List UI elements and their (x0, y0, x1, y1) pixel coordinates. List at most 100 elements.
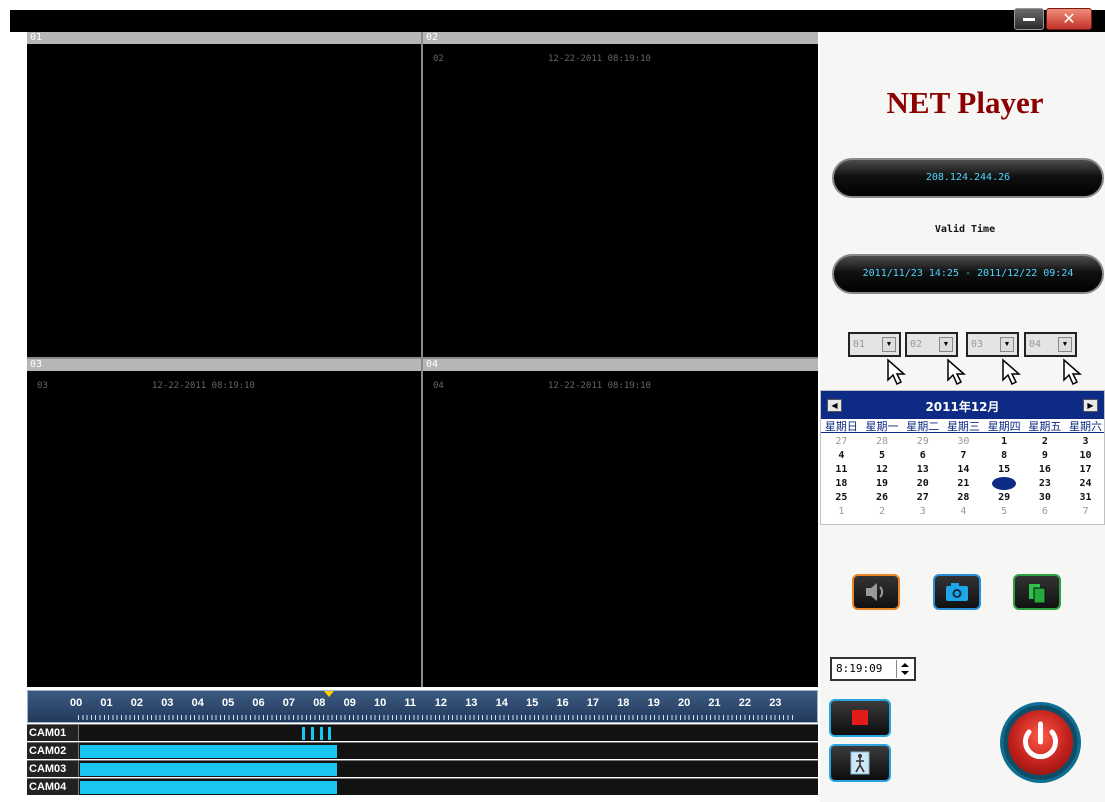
calendar-day[interactable]: 27 (902, 491, 943, 504)
cursor-arrow-icon (947, 358, 966, 386)
left-border (10, 32, 27, 802)
camera-track-1[interactable]: CAM01 (27, 724, 818, 741)
calendar-day[interactable]: 21 (943, 477, 984, 490)
calendar-day[interactable]: 29 (902, 435, 943, 448)
calendar-day[interactable]: 10 (1065, 449, 1105, 462)
channel-select-value: 03 (971, 339, 984, 350)
calendar-day[interactable]: 19 (862, 477, 903, 490)
chevron-down-icon[interactable]: ▼ (1000, 337, 1014, 352)
timeline-hour-label: 05 (222, 697, 235, 709)
camera-track-label: CAM02 (27, 743, 79, 759)
camera-track-label: CAM04 (27, 779, 79, 795)
video-cell-2[interactable]: 02 02 12-22-2011 08:19:10 (423, 32, 818, 357)
calendar-day[interactable]: 26 (862, 491, 903, 504)
video-cell-header: 02 (423, 32, 818, 44)
calendar-day-label: 22 (992, 477, 1017, 490)
calendar-day[interactable]: 1 (984, 435, 1025, 448)
calendar-day[interactable]: 23 (1025, 477, 1066, 490)
timeline-hour-label: 19 (647, 697, 660, 709)
spinner-arrows-icon[interactable] (896, 660, 912, 678)
calendar-day[interactable]: 5 (862, 449, 903, 462)
calendar-day[interactable]: 14 (943, 463, 984, 476)
camera-track-4[interactable]: CAM04 (27, 778, 818, 795)
calendar-day[interactable]: 18 (821, 477, 862, 490)
close-button[interactable]: ✕ (1046, 8, 1092, 30)
calendar-day[interactable]: 17 (1065, 463, 1105, 476)
timeline-hour-label: 17 (586, 697, 600, 709)
calendar-day[interactable]: 20 (902, 477, 943, 490)
camera-track-2[interactable]: CAM02 (27, 742, 818, 759)
calendar-day[interactable]: 4 (821, 449, 862, 462)
timeline-hour-label: 21 (708, 697, 721, 709)
timeline-hour-label: 03 (161, 697, 174, 709)
server-address-display: 208.124.244.26 (832, 158, 1104, 198)
calendar-day[interactable]: 6 (1025, 505, 1066, 518)
chevron-down-icon[interactable]: ▼ (882, 337, 896, 352)
calendar-day[interactable]: 25 (821, 491, 862, 504)
calendar-day[interactable]: 12 (862, 463, 903, 476)
chevron-down-icon[interactable]: ▼ (1058, 337, 1072, 352)
calendar-day[interactable]: 16 (1025, 463, 1066, 476)
channel-select-1[interactable]: 01 ▼ (848, 332, 901, 357)
calendar-day[interactable]: 1 (821, 505, 862, 518)
channel-select-3[interactable]: 03 ▼ (966, 332, 1019, 357)
timeline-ruler[interactable]: 00 01 02 03 04 05 06 07 08 09 10 11 12 13 14 15 16 17 18 19… (27, 690, 818, 723)
video-grid: 01 02 02 12-22-2011 08:19:10 03 03 12-22… (27, 32, 818, 687)
minimize-button[interactable] (1014, 8, 1044, 30)
calendar-day[interactable]: 3 (1065, 435, 1105, 448)
calendar-day[interactable]: 11 (821, 463, 862, 476)
calendar-day[interactable]: 30 (1025, 491, 1066, 504)
camera-track-3[interactable]: CAM03 (27, 760, 818, 777)
calendar-day[interactable]: 9 (1025, 449, 1066, 462)
recording-segment[interactable] (328, 727, 332, 740)
channel-select-value: 01 (853, 339, 866, 350)
recording-segment[interactable] (80, 745, 337, 758)
mute-button[interactable] (852, 574, 900, 610)
calendar-next-icon[interactable]: ▶ (1083, 399, 1098, 412)
calendar-day[interactable]: 28 (862, 435, 903, 448)
calendar-day[interactable]: 30 (943, 435, 984, 448)
power-button[interactable] (1003, 705, 1078, 780)
osd-channel: 02 (433, 54, 444, 64)
timeline-position-marker[interactable] (324, 691, 335, 697)
calendar-day-selected[interactable]: 22 (984, 477, 1025, 490)
copy-button[interactable] (1013, 574, 1061, 610)
calendar-day[interactable]: 6 (902, 449, 943, 462)
stop-button[interactable] (829, 699, 891, 737)
calendar-day[interactable]: 15 (984, 463, 1025, 476)
calendar[interactable]: ◀ 2011年12月 ▶ 星期日 星期一 星期二 星期三 星期四 星期五 星期六 27 28 2… (820, 390, 1105, 525)
video-cell-3[interactable]: 03 03 12-22-2011 08:19:10 (27, 359, 421, 687)
recording-segment[interactable] (80, 763, 337, 776)
calendar-day[interactable]: 13 (902, 463, 943, 476)
chevron-down-icon[interactable]: ▼ (939, 337, 953, 352)
calendar-day[interactable]: 28 (943, 491, 984, 504)
timeline-ticks (78, 715, 793, 720)
video-cell-1[interactable]: 01 (27, 32, 421, 357)
calendar-day[interactable]: 2 (1025, 435, 1066, 448)
calendar-day[interactable]: 24 (1065, 477, 1105, 490)
calendar-day[interactable]: 8 (984, 449, 1025, 462)
timeline-hour-label: 04 (191, 697, 204, 709)
video-cell-4[interactable]: 04 04 12-22-2011 08:19:10 (423, 359, 818, 687)
title-bar (10, 10, 1105, 32)
calendar-day[interactable]: 29 (984, 491, 1025, 504)
recording-segment[interactable] (311, 727, 315, 740)
calendar-day[interactable]: 31 (1065, 491, 1105, 504)
recording-segment[interactable] (80, 781, 337, 794)
calendar-day[interactable]: 5 (984, 505, 1025, 518)
calendar-day[interactable]: 3 (902, 505, 943, 518)
calendar-day[interactable]: 2 (862, 505, 903, 518)
calendar-day[interactable]: 27 (821, 435, 862, 448)
calendar-day[interactable]: 7 (943, 449, 984, 462)
snapshot-button[interactable] (933, 574, 981, 610)
recording-segment[interactable] (301, 727, 305, 740)
timeline-hour-label: 20 (678, 697, 691, 709)
calendar-weekday: 星期日 (824, 420, 858, 433)
channel-select-4[interactable]: 04 ▼ (1024, 332, 1077, 357)
recording-segment[interactable] (319, 727, 323, 740)
calendar-day[interactable]: 4 (943, 505, 984, 518)
channel-select-2[interactable]: 02 ▼ (905, 332, 958, 357)
playback-time-spinner[interactable]: 8:19:09 (830, 657, 916, 681)
walker-button[interactable] (829, 744, 891, 782)
calendar-day[interactable]: 7 (1065, 505, 1105, 518)
